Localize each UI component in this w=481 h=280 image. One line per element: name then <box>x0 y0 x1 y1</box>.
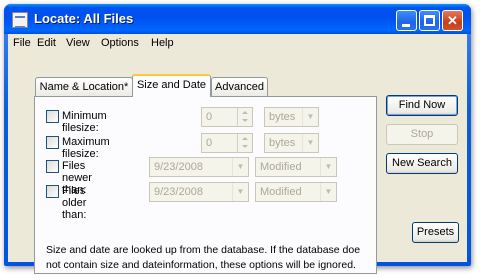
hint-line-1: Size and date are looked up from the dat… <box>46 244 361 256</box>
min-filesize-checkbox[interactable] <box>46 110 59 123</box>
chevron-down-icon: ▼ <box>302 108 318 126</box>
chevron-down-icon: ▼ <box>302 134 318 152</box>
max-filesize-checkbox[interactable] <box>46 136 59 149</box>
title-bar[interactable]: Locate: All Files <box>4 4 471 34</box>
min-filesize-spinner-icon[interactable] <box>237 108 252 126</box>
older-than-date-picker[interactable]: 9/23/2008 ▼ <box>149 182 249 202</box>
tab-size-and-date[interactable]: Size and Date <box>132 74 211 97</box>
newer-than-date: 9/23/2008 <box>154 161 203 173</box>
max-filesize-label: Maximum filesize: <box>62 136 110 160</box>
tab-name-location[interactable]: Name & Location* <box>35 77 133 96</box>
chevron-down-icon: ▼ <box>320 158 336 176</box>
max-filesize-unit-select[interactable]: bytes ▼ <box>264 133 319 153</box>
min-filesize-input[interactable]: 0 <box>201 107 253 127</box>
find-now-button[interactable]: Find Now <box>386 95 458 116</box>
older-than-mode: Modified <box>260 186 302 198</box>
locate-window: Locate: All Files File Edit View Options… <box>4 4 471 274</box>
older-than-checkbox[interactable] <box>46 185 59 198</box>
max-filesize-value: 0 <box>206 137 213 149</box>
app-icon <box>12 12 28 28</box>
newer-than-checkbox[interactable] <box>46 160 59 173</box>
newer-than-mode-select[interactable]: Modified ▼ <box>255 157 337 177</box>
newer-than-mode: Modified <box>260 161 302 173</box>
chevron-down-icon: ▼ <box>320 183 336 201</box>
min-filesize-unit: bytes <box>269 111 296 123</box>
menu-options[interactable]: Options <box>101 37 139 49</box>
presets-button[interactable]: Presets <box>412 222 459 243</box>
close-button[interactable] <box>442 10 463 31</box>
min-filesize-value: 0 <box>206 111 213 123</box>
menu-file[interactable]: File <box>13 37 31 49</box>
min-filesize-unit-select[interactable]: bytes ▼ <box>264 107 319 127</box>
max-filesize-spinner-icon[interactable] <box>237 134 252 152</box>
stop-button[interactable]: Stop <box>386 124 458 145</box>
older-than-mode-select[interactable]: Modified ▼ <box>255 182 337 202</box>
menu-bar: File Edit View Options Help <box>8 34 467 53</box>
menu-edit[interactable]: Edit <box>37 37 56 49</box>
chevron-down-icon: ▼ <box>232 158 248 176</box>
newer-than-date-picker[interactable]: 9/23/2008 ▼ <box>149 157 249 177</box>
window-client-area: File Edit View Options Help Name & Locat… <box>8 34 467 274</box>
maximize-button[interactable] <box>419 10 440 31</box>
new-search-button[interactable]: New Search <box>386 153 458 174</box>
minimize-button[interactable] <box>396 10 417 31</box>
chevron-down-icon: ▼ <box>232 183 248 201</box>
window-title: Locate: All Files <box>34 11 134 26</box>
max-filesize-unit: bytes <box>269 137 296 149</box>
hint-line-2: not contain size and dateinformation, th… <box>46 259 356 271</box>
menu-help[interactable]: Help <box>151 37 174 49</box>
older-than-label: Files older than: <box>62 185 87 221</box>
max-filesize-input[interactable]: 0 <box>201 133 253 153</box>
tab-advanced[interactable]: Advanced <box>211 77 268 96</box>
size-date-panel: Minimum filesize: 0 bytes ▼ Maximum file… <box>34 96 377 274</box>
min-filesize-label: Minimum filesize: <box>62 110 107 134</box>
menu-view[interactable]: View <box>66 37 90 49</box>
older-than-date: 9/23/2008 <box>154 186 203 198</box>
